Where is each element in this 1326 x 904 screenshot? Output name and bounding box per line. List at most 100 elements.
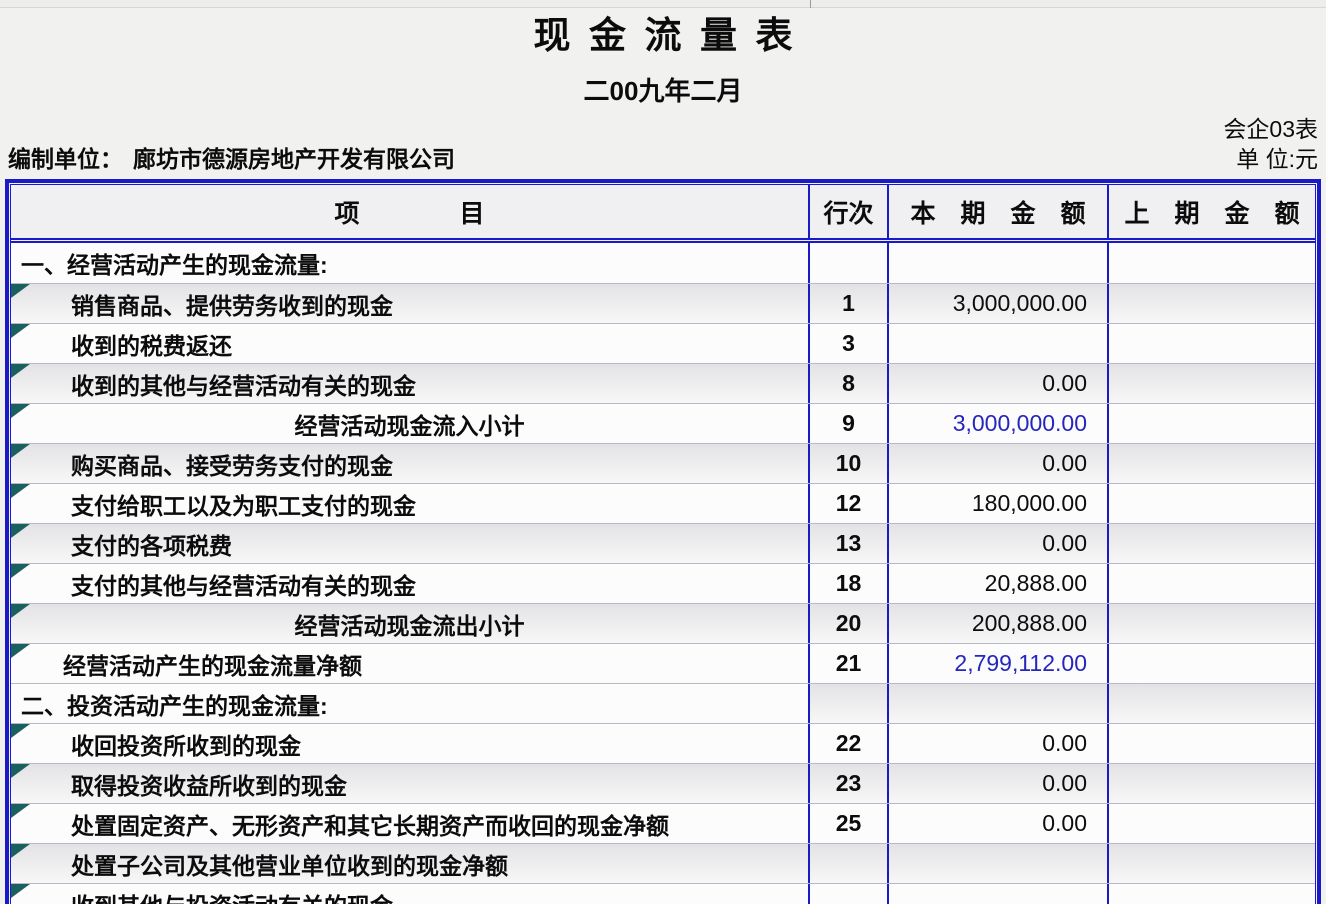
prior-amount-cell[interactable] — [1109, 724, 1315, 763]
item-label: 经营活动现金流出小计 — [295, 607, 525, 641]
current-amount-cell[interactable]: 2,799,112.00 — [889, 644, 1109, 683]
top-strip-column-line — [810, 0, 811, 8]
top-cell-strip — [0, 0, 1326, 8]
table-row: 购买商品、接受劳务支付的现金 10 0.00 — [11, 443, 1315, 483]
prepared-by-label: 编制单位： — [8, 146, 123, 172]
current-amount-cell[interactable] — [889, 324, 1109, 363]
company-name: 廊坊市德源房地产开发有限公司 — [133, 146, 455, 172]
table-row: 收到的其他与经营活动有关的现金 8 0.00 — [11, 363, 1315, 403]
current-amount-cell[interactable]: 0.00 — [889, 364, 1109, 403]
item-label-cell[interactable]: 经营活动现金流入小计 — [11, 404, 810, 443]
prior-amount-cell[interactable] — [1109, 284, 1315, 323]
item-label-cell[interactable]: 收到其他与投资活动有关的现金 — [11, 884, 810, 904]
prior-amount-cell[interactable] — [1109, 524, 1315, 563]
line-number-cell[interactable]: 21 — [810, 644, 889, 683]
item-label-cell[interactable]: 处置固定资产、无形资产和其它长期资产而收回的现金净额 — [11, 804, 810, 843]
form-code: 会企03表 — [0, 116, 1326, 143]
current-amount-cell[interactable]: 0.00 — [889, 444, 1109, 483]
comment-marker-triangle-icon — [11, 364, 30, 378]
current-amount-cell[interactable]: 0.00 — [889, 524, 1109, 563]
prior-amount-cell[interactable] — [1109, 804, 1315, 843]
col-header-prior-amount[interactable]: 上 期 金 额 — [1109, 185, 1315, 238]
page-title: 现 金 流 量 表 — [0, 14, 1326, 60]
line-number-cell[interactable] — [810, 844, 889, 883]
line-number-cell[interactable]: 1 — [810, 284, 889, 323]
line-number-cell[interactable]: 13 — [810, 524, 889, 563]
current-amount-cell[interactable]: 200,888.00 — [889, 604, 1109, 643]
table-row: 经营活动产生的现金流量净额 21 2,799,112.00 — [11, 643, 1315, 683]
prepared-by: 编制单位： 廊坊市德源房地产开发有限公司 — [8, 145, 455, 173]
current-amount-cell[interactable]: 0.00 — [889, 724, 1109, 763]
line-number-cell[interactable]: 25 — [810, 804, 889, 843]
item-label: 处置子公司及其他营业单位收到的现金净额 — [71, 847, 508, 881]
item-label-cell[interactable]: 支付的各项税费 — [11, 524, 810, 563]
item-label: 支付的各项税费 — [71, 527, 232, 561]
prior-amount-cell[interactable] — [1109, 764, 1315, 803]
item-label-cell[interactable]: 经营活动现金流出小计 — [11, 604, 810, 643]
comment-marker-triangle-icon — [11, 884, 30, 898]
prior-amount-cell[interactable] — [1109, 644, 1315, 683]
prior-amount-cell[interactable] — [1109, 324, 1315, 363]
prior-amount-cell[interactable] — [1109, 604, 1315, 643]
current-amount-cell[interactable] — [889, 844, 1109, 883]
item-label-cell[interactable]: 收回投资所收到的现金 — [11, 724, 810, 763]
table-row: 处置子公司及其他营业单位收到的现金净额 — [11, 843, 1315, 883]
item-label: 取得投资收益所收到的现金 — [71, 767, 347, 801]
prior-amount-cell[interactable] — [1109, 364, 1315, 403]
col-header-line-no[interactable]: 行次 — [810, 185, 889, 238]
line-number-cell[interactable]: 10 — [810, 444, 889, 483]
prior-amount-cell[interactable] — [1109, 404, 1315, 443]
item-label-cell[interactable]: 支付给职工以及为职工支付的现金 — [11, 484, 810, 523]
current-amount-cell[interactable] — [889, 243, 1109, 283]
item-label-cell[interactable]: 取得投资收益所收到的现金 — [11, 764, 810, 803]
prior-amount-cell[interactable] — [1109, 243, 1315, 283]
line-number-cell[interactable] — [810, 684, 889, 723]
item-label-cell[interactable]: 购买商品、接受劳务支付的现金 — [11, 444, 810, 483]
table-row: 支付给职工以及为职工支付的现金 12 180,000.00 — [11, 483, 1315, 523]
prior-amount-cell[interactable] — [1109, 444, 1315, 483]
table-row: 销售商品、提供劳务收到的现金 1 3,000,000.00 — [11, 283, 1315, 323]
line-number-cell[interactable]: 20 — [810, 604, 889, 643]
line-number-cell[interactable]: 12 — [810, 484, 889, 523]
line-number-cell[interactable]: 23 — [810, 764, 889, 803]
col-header-current-amount[interactable]: 本 期 金 额 — [889, 185, 1109, 238]
line-number-cell[interactable]: 18 — [810, 564, 889, 603]
current-amount-cell[interactable]: 3,000,000.00 — [889, 284, 1109, 323]
item-label-cell[interactable]: 支付的其他与经营活动有关的现金 — [11, 564, 810, 603]
current-amount-cell[interactable]: 180,000.00 — [889, 484, 1109, 523]
item-label-cell[interactable]: 收到的其他与经营活动有关的现金 — [11, 364, 810, 403]
line-number-cell[interactable] — [810, 243, 889, 283]
prior-amount-cell[interactable] — [1109, 844, 1315, 883]
current-amount-cell[interactable] — [889, 884, 1109, 904]
prior-amount-cell[interactable] — [1109, 484, 1315, 523]
current-amount-cell[interactable]: 0.00 — [889, 804, 1109, 843]
line-number-cell[interactable] — [810, 884, 889, 904]
line-number-cell[interactable]: 9 — [810, 404, 889, 443]
line-number-cell[interactable]: 8 — [810, 364, 889, 403]
col-header-item[interactable]: 项 目 — [11, 185, 810, 238]
table-row: 收回投资所收到的现金 22 0.00 — [11, 723, 1315, 763]
item-label: 收回投资所收到的现金 — [71, 727, 301, 761]
prior-amount-cell[interactable] — [1109, 884, 1315, 904]
current-amount-cell[interactable]: 20,888.00 — [889, 564, 1109, 603]
line-number-cell[interactable]: 22 — [810, 724, 889, 763]
item-label-cell[interactable]: 处置子公司及其他营业单位收到的现金净额 — [11, 844, 810, 883]
item-label-cell[interactable]: 经营活动产生的现金流量净额 — [11, 644, 810, 683]
item-label-cell[interactable]: 收到的税费返还 — [11, 324, 810, 363]
current-amount-cell[interactable]: 3,000,000.00 — [889, 404, 1109, 443]
item-label-cell[interactable]: 销售商品、提供劳务收到的现金 — [11, 284, 810, 323]
item-label: 二、投资活动产生的现金流量: — [21, 687, 328, 721]
prior-amount-cell[interactable] — [1109, 564, 1315, 603]
current-amount-cell[interactable] — [889, 684, 1109, 723]
table-row: 一、经营活动产生的现金流量: — [11, 243, 1315, 283]
line-number-cell[interactable]: 3 — [810, 324, 889, 363]
item-label: 购买商品、接受劳务支付的现金 — [71, 447, 393, 481]
table-row: 收到其他与投资活动有关的现金 — [11, 883, 1315, 904]
item-label: 收到的其他与经营活动有关的现金 — [71, 367, 416, 401]
current-amount-cell[interactable]: 0.00 — [889, 764, 1109, 803]
comment-marker-triangle-icon — [11, 444, 30, 458]
item-label-cell[interactable]: 一、经营活动产生的现金流量: — [11, 243, 810, 283]
table-row: 支付的各项税费 13 0.00 — [11, 523, 1315, 563]
item-label-cell[interactable]: 二、投资活动产生的现金流量: — [11, 684, 810, 723]
prior-amount-cell[interactable] — [1109, 684, 1315, 723]
